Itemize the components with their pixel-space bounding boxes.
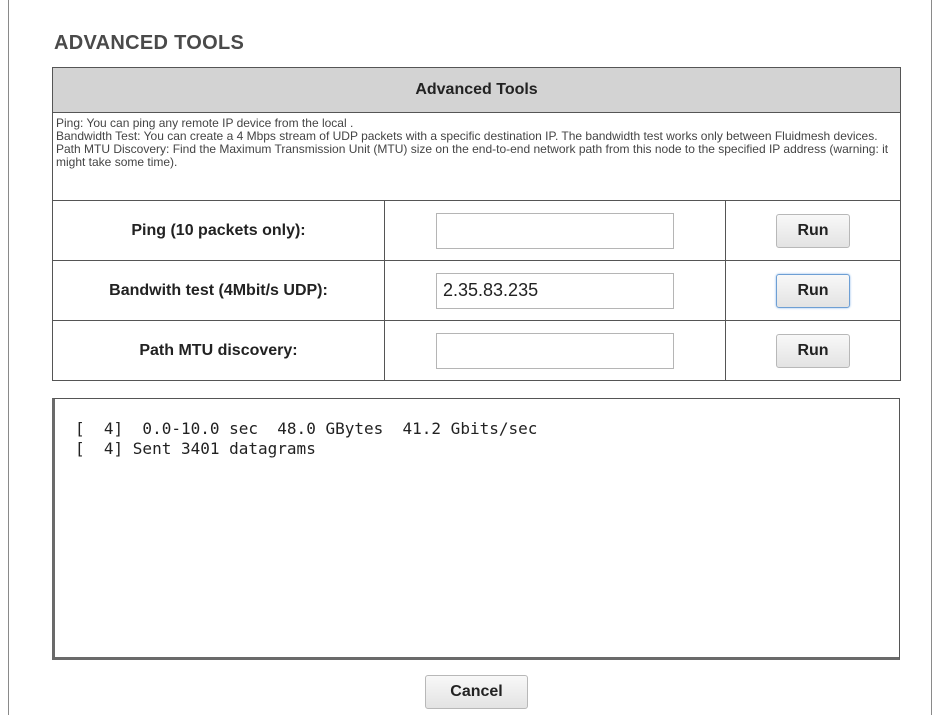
ping-ip-input[interactable]	[436, 212, 674, 249]
bandwidth-label: Bandwith test (4Mbit/s UDP):	[52, 260, 385, 321]
bandwidth-run-button[interactable]: Run	[776, 273, 850, 308]
tools-description: Ping: You can ping any remote IP device …	[51, 112, 902, 201]
page-title: ADVANCED TOOLS	[54, 32, 245, 54]
ping-label: Ping (10 packets only):	[52, 200, 385, 261]
output-console[interactable]: [ 4] 0.0-10.0 sec 48.0 GBytes 41.2 Gbits…	[52, 398, 900, 660]
bandwidth-row: Bandwith test (4Mbit/s UDP): Run	[52, 260, 902, 321]
bandwidth-ip-input[interactable]	[436, 272, 674, 309]
output-line: [ 4] 0.0-10.0 sec 48.0 GBytes 41.2 Gbits…	[75, 419, 538, 438]
ping-run-button[interactable]: Run	[776, 213, 850, 248]
mtu-row: Path MTU discovery: Run	[52, 320, 902, 381]
mtu-ip-input[interactable]	[436, 332, 674, 369]
mtu-run-button[interactable]: Run	[776, 333, 850, 368]
output-line: [ 4] Sent 3401 datagrams	[75, 439, 316, 458]
mtu-label: Path MTU discovery:	[52, 320, 385, 381]
ping-row: Ping (10 packets only): Run	[52, 200, 902, 261]
advanced-tools-table: Advanced Tools Ping: You can ping any re…	[51, 67, 902, 381]
mtu-description: Path MTU Discovery: Find the Maximum Tra…	[56, 142, 889, 169]
table-header: Advanced Tools	[51, 67, 902, 113]
cancel-button[interactable]: Cancel	[425, 675, 528, 709]
